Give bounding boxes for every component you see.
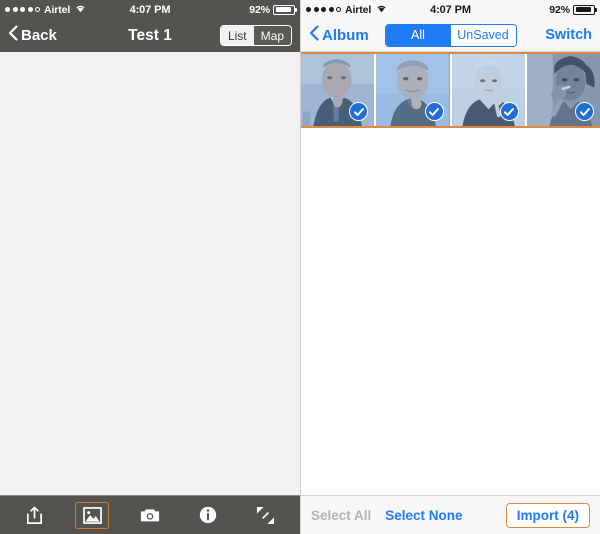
import-button[interactable]: Import (4) [505, 502, 590, 528]
right-status-carrier-group: Airtel [306, 4, 387, 16]
share-icon[interactable] [18, 502, 52, 529]
fullscreen-icon[interactable] [248, 502, 282, 529]
back-button[interactable]: Back [8, 25, 57, 46]
dual-screenshot-container: Airtel 4:07 PM 92% Back Test 1 List Map … [0, 0, 600, 534]
wifi-icon [376, 4, 387, 16]
battery-icon [573, 4, 597, 15]
battery-icon [273, 4, 297, 15]
view-mode-segmented-control[interactable]: List Map [219, 25, 292, 46]
photo-thumbnail-1[interactable] [301, 54, 375, 126]
check-circle-icon [575, 102, 594, 121]
switch-button[interactable]: Switch [545, 27, 592, 43]
photo-thumbnail-strip [301, 52, 600, 128]
battery-percent-label: 92% [249, 3, 270, 16]
segment-list[interactable]: List [220, 26, 254, 45]
left-phone-panel: Airtel 4:07 PM 92% Back Test 1 List Map [0, 0, 300, 534]
left-bottom-toolbar [0, 495, 300, 534]
left-status-bar: Airtel 4:07 PM 92% [0, 0, 300, 19]
carrier-label: Airtel [44, 3, 71, 16]
carrier-label: Airtel [345, 3, 372, 16]
right-phone-panel: Airtel 4:07 PM 92% Album All UnSaved Swi… [300, 0, 600, 534]
left-status-battery-group: 92% [249, 3, 297, 16]
check-circle-icon [424, 102, 444, 121]
segment-unsaved[interactable]: UnSaved [450, 24, 516, 46]
left-nav-right: List Map [219, 25, 292, 46]
right-status-battery-group: 92% [549, 3, 597, 16]
left-nav-bar: Back Test 1 List Map [0, 19, 300, 52]
wifi-icon [75, 4, 86, 16]
select-none-button[interactable]: Select None [385, 508, 462, 523]
album-content-area [301, 52, 600, 495]
segment-map[interactable]: Map [253, 26, 291, 45]
battery-percent-label: 92% [549, 3, 570, 16]
camera-icon[interactable] [133, 502, 167, 529]
select-all-button[interactable]: Select All [311, 508, 371, 523]
filter-segmented-control[interactable]: All UnSaved [384, 23, 517, 47]
right-status-bar: Airtel 4:07 PM 92% [301, 0, 600, 19]
right-nav-bar: Album All UnSaved Switch [301, 19, 600, 52]
chevron-left-icon [8, 25, 18, 46]
album-back-label: Album [322, 26, 369, 44]
left-status-carrier-group: Airtel [5, 4, 86, 16]
album-back-button[interactable]: Album [309, 24, 369, 46]
signal-strength-icon [306, 7, 341, 12]
check-circle-icon [499, 102, 519, 121]
photo-thumbnail-3[interactable] [451, 54, 525, 126]
photo-icon[interactable] [75, 501, 110, 529]
photo-thumbnail-2[interactable] [376, 54, 450, 126]
map-view-area[interactable] [0, 52, 300, 495]
signal-strength-icon [5, 7, 40, 12]
info-icon[interactable] [191, 502, 225, 529]
right-bottom-toolbar: Select All Select None Import (4) [301, 495, 600, 534]
right-nav-right: Switch [545, 26, 592, 44]
back-button-label: Back [21, 27, 57, 44]
chevron-left-icon [309, 24, 319, 46]
segment-all[interactable]: All [385, 24, 451, 46]
photo-thumbnail-4[interactable] [526, 54, 600, 126]
